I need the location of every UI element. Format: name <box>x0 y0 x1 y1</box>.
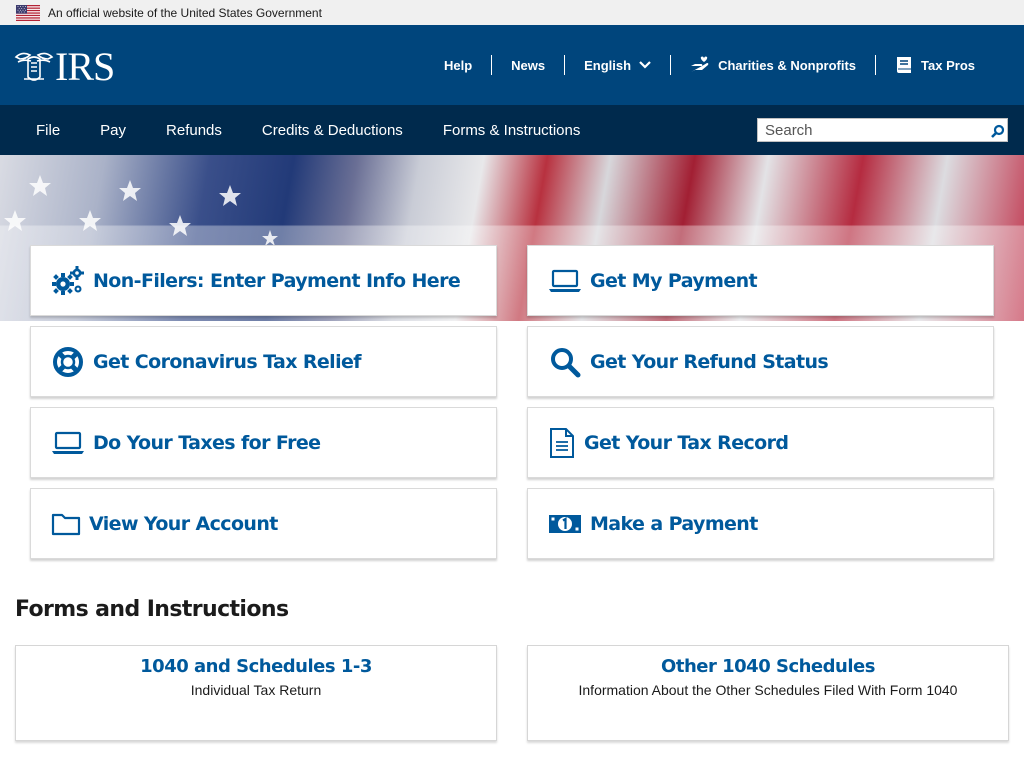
money-icon <box>548 507 582 541</box>
help-link-label: Help <box>443 57 473 73</box>
form-card-1040[interactable]: 1040 and Schedules 1-3 Individual Tax Re… <box>15 645 497 741</box>
form-card-title[interactable]: 1040 and Schedules 1-3 <box>16 656 496 677</box>
nav-item-credits-deductions[interactable]: Credits & Deductions <box>242 122 423 139</box>
utility-nav: Help News English Charities & Nonprofits <box>425 25 994 105</box>
news-link[interactable]: News <box>491 55 564 75</box>
search-input[interactable] <box>758 119 983 141</box>
laptop-icon <box>51 426 85 460</box>
nav-item-forms-instructions[interactable]: Forms & Instructions <box>423 122 601 139</box>
us-flag-icon <box>16 4 40 21</box>
form-card-title[interactable]: Other 1040 Schedules <box>528 656 1008 677</box>
tile-free-file[interactable]: Do Your Taxes for Free <box>30 407 497 478</box>
charities-nonprofits-link[interactable]: Charities & Nonprofits <box>670 55 875 75</box>
tile-label: Get My Payment <box>590 269 758 292</box>
tile-coronavirus-relief[interactable]: Get Coronavirus Tax Relief <box>30 326 497 397</box>
tile-label: Do Your Taxes for Free <box>93 431 321 454</box>
form-card-subtitle: Individual Tax Return <box>190 682 322 698</box>
tile-label: Get Your Tax Record <box>584 431 789 454</box>
document-icon <box>548 426 576 460</box>
search-icon[interactable] <box>990 123 1006 139</box>
folder-icon <box>51 507 81 541</box>
irs-logo[interactable]: IRS <box>14 44 115 89</box>
tax-pros-link[interactable]: Tax Pros <box>875 55 994 75</box>
tile-label: Get Your Refund Status <box>590 350 829 373</box>
tax-pros-label: Tax Pros <box>921 57 975 73</box>
charity-hand-icon <box>691 56 709 72</box>
tile-refund-status[interactable]: Get Your Refund Status <box>527 326 994 397</box>
forms-section-title: Forms and Instructions <box>15 597 289 622</box>
tile-label: Non-Filers: Enter Payment Info Here <box>93 269 461 292</box>
nav-item-refunds[interactable]: Refunds <box>146 122 242 139</box>
tile-label: Get Coronavirus Tax Relief <box>93 350 362 373</box>
gears-icon <box>51 264 85 298</box>
tile-label: Make a Payment <box>590 512 758 535</box>
form-card-other-schedules[interactable]: Other 1040 Schedules Information About t… <box>527 645 1009 741</box>
news-link-label: News <box>511 57 546 73</box>
tile-non-filers[interactable]: Non-Filers: Enter Payment Info Here <box>30 245 497 316</box>
laptop-icon <box>548 264 582 298</box>
eagle-seal-icon <box>14 52 54 81</box>
help-link[interactable]: Help <box>425 55 491 75</box>
chevron-down-icon <box>639 61 651 69</box>
book-icon <box>897 57 912 73</box>
form-card-subtitle: Information About the Other Schedules Fi… <box>578 682 958 698</box>
site-header: IRS Help News English Charities & Nonpro… <box>0 25 1024 105</box>
language-dropdown[interactable]: English <box>564 55 670 75</box>
logo-text: IRS <box>55 44 115 89</box>
tile-view-account[interactable]: View Your Account <box>30 488 497 559</box>
gov-banner-text: An official website of the United States… <box>48 5 322 20</box>
tile-label: View Your Account <box>89 512 278 535</box>
tile-get-my-payment[interactable]: Get My Payment <box>527 245 994 316</box>
life-ring-icon <box>51 345 85 379</box>
nav-item-file[interactable]: File <box>16 122 80 139</box>
main-navigation: File Pay Refunds Credits & Deductions Fo… <box>0 105 1024 155</box>
official-gov-banner: An official website of the United States… <box>0 0 1024 25</box>
search-icon <box>548 345 582 379</box>
language-label: English <box>584 57 632 73</box>
charities-label: Charities & Nonprofits <box>718 57 857 73</box>
tile-tax-record[interactable]: Get Your Tax Record <box>527 407 994 478</box>
search-box <box>757 118 1008 142</box>
tile-make-payment[interactable]: Make a Payment <box>527 488 994 559</box>
nav-item-pay[interactable]: Pay <box>80 122 146 139</box>
